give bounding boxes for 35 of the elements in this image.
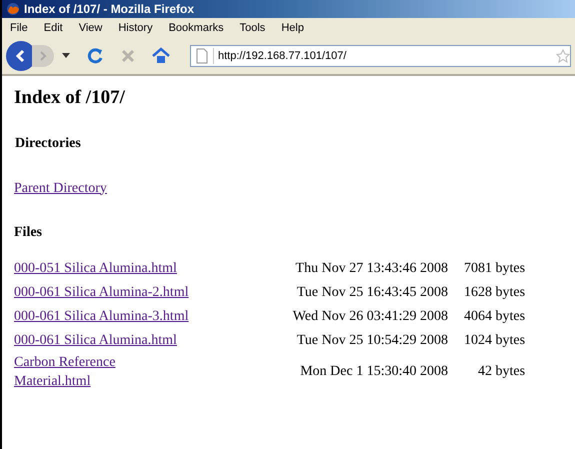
file-link[interactable]: 000-061 Silica Alumina-2.html — [14, 283, 189, 302]
modified-date: Wed Nov 26 03:41:29 2008 — [292, 308, 448, 324]
directory-link[interactable]: Parent Directory — [14, 180, 107, 196]
file-link[interactable]: Carbon Reference Material.html — [14, 352, 190, 390]
section-heading: Files — [14, 224, 43, 242]
file-size: 1628 bytes — [464, 284, 526, 300]
file-size: 1024 bytes — [464, 332, 526, 348]
file-size: 42 bytes — [478, 364, 526, 378]
modified-date: Tue Nov 25 16:43:45 2008 — [296, 284, 448, 300]
firefox-logo-icon — [6, 2, 20, 16]
menu-item[interactable]: File — [10, 20, 28, 36]
reload-icon[interactable] — [86, 47, 104, 65]
menu-item[interactable]: Bookmarks — [168, 20, 224, 36]
home-icon[interactable] — [152, 47, 170, 65]
modified-date: Thu Nov 27 13:43:46 2008 — [296, 260, 448, 276]
menu-item[interactable]: Tools — [240, 20, 266, 36]
section-heading: Directories — [15, 134, 82, 152]
star-icon[interactable] — [556, 49, 570, 63]
menu-item[interactable]: View — [78, 20, 102, 36]
file-link[interactable]: 000-051 Silica Alumina.html — [14, 259, 177, 278]
url-text: http://192.168.77.101/107/ — [213, 48, 346, 64]
address-field[interactable]: http://192.168.77.101/107/ — [190, 45, 571, 67]
file-size: 7081 bytes — [464, 260, 526, 276]
menu-item[interactable]: History — [118, 20, 153, 36]
modified-date: Mon Dec 1 15:30:40 2008 — [300, 364, 448, 378]
page-icon — [195, 48, 209, 64]
file-link[interactable]: 000-061 Silica Alumina-3.html — [14, 307, 189, 326]
page-heading: Index of /107/ — [14, 86, 126, 110]
modified-date: Tue Nov 25 10:54:29 2008 — [296, 332, 448, 348]
menu-item[interactable]: Help — [281, 20, 304, 36]
file-size: 4064 bytes — [464, 308, 526, 324]
menu-item[interactable]: Edit — [44, 20, 63, 36]
dropdown-caret-icon[interactable] — [62, 53, 70, 59]
window-title: Index of /107/ - Mozilla Firefox — [24, 1, 194, 18]
file-link[interactable]: 000-061 Silica Alumina.html — [14, 331, 177, 350]
